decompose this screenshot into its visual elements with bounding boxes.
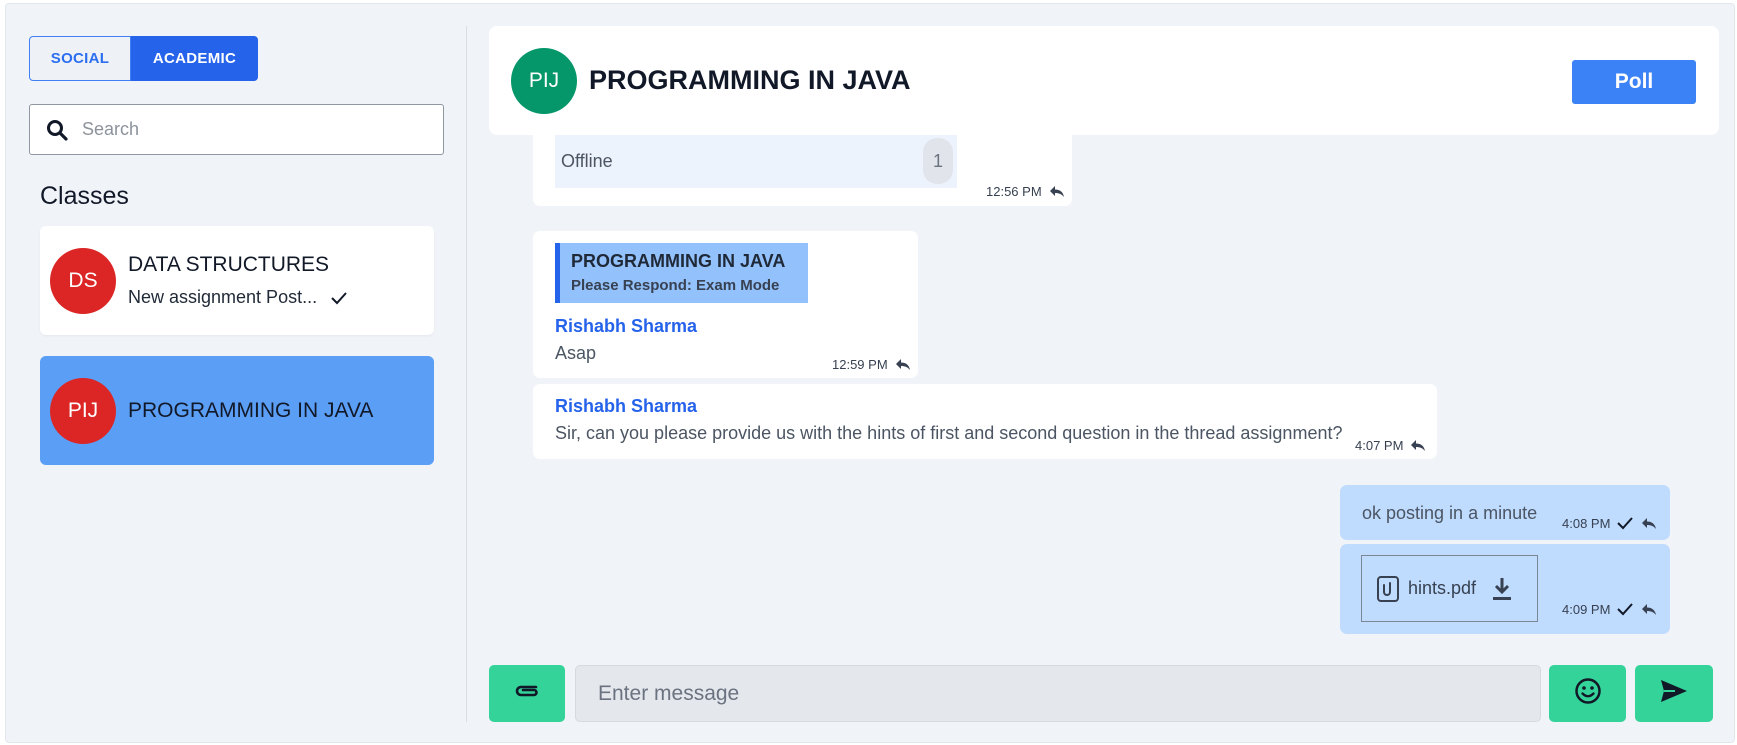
tab-academic[interactable]: ACADEMIC (131, 36, 258, 81)
reply-icon[interactable] (1409, 436, 1427, 454)
file-attachment[interactable]: hints.pdf (1361, 555, 1538, 622)
emoji-button[interactable] (1549, 665, 1626, 722)
class-name: PROGRAMMING IN JAVA (128, 398, 374, 422)
check-icon (1616, 514, 1634, 532)
sender-name: Rishabh Sharma (555, 396, 698, 416)
chat-header: PIJ PROGRAMMING IN JAVA Poll (489, 26, 1719, 135)
check-icon (329, 288, 349, 308)
outgoing-file-message: hints.pdf 4:09 PM (1340, 544, 1670, 634)
avatar: PIJ (511, 47, 577, 114)
paperclip-icon (512, 681, 542, 706)
classes-heading: Classes (40, 182, 129, 210)
search-box (29, 104, 444, 155)
message-time: 4:07 PM (1355, 437, 1404, 453)
download-icon[interactable] (1490, 576, 1514, 602)
message-time: 4:08 PM (1562, 515, 1611, 531)
text-message: Rishabh Sharma Sir, can you please provi… (533, 384, 1437, 459)
poll-button[interactable]: Poll (1572, 60, 1696, 104)
message-time: 12:56 PM (986, 183, 1042, 199)
reply-icon[interactable] (1640, 514, 1658, 532)
attach-button[interactable] (489, 665, 565, 722)
search-input[interactable] (82, 119, 422, 140)
reply-icon[interactable] (1640, 600, 1658, 618)
send-icon (1659, 678, 1689, 709)
smiley-icon (1574, 677, 1602, 710)
sender-name: Rishabh Sharma (555, 316, 698, 336)
avatar: DS (50, 247, 116, 314)
message-composer (575, 665, 1541, 722)
reply-icon[interactable] (894, 355, 912, 373)
chat-title: PROGRAMMING IN JAVA (589, 65, 911, 95)
paperclip-file-icon (1376, 575, 1400, 603)
poll-option[interactable]: Offline 1 (555, 135, 957, 188)
sidebar-divider (466, 26, 467, 722)
tab-social[interactable]: SOCIAL (29, 36, 131, 81)
poll-vote-count: 1 (923, 138, 953, 184)
class-item-data-structures[interactable]: DS DATA STRUCTURES New assignment Post..… (40, 226, 434, 335)
send-button[interactable] (1635, 665, 1713, 722)
message-text: ok posting in a minute (1362, 503, 1538, 523)
reply-icon[interactable] (1048, 182, 1066, 200)
class-item-programming-in-java[interactable]: PIJ PROGRAMMING IN JAVA (40, 356, 434, 465)
search-icon (44, 117, 70, 143)
message-text: Asap (555, 343, 597, 363)
check-icon (1616, 600, 1634, 618)
poll-message: Offline 1 12:56 PM (533, 135, 1072, 206)
sidebar: SOCIAL ACADEMIC Classes DS DATA STRUCTUR… (6, 4, 468, 744)
file-name: hints.pdf (1408, 578, 1477, 598)
last-message-preview: New assignment Post... (128, 287, 318, 307)
app-window: SOCIAL ACADEMIC Classes DS DATA STRUCTUR… (5, 3, 1735, 743)
message-input[interactable] (598, 681, 1498, 706)
poll-option-label: Offline (561, 151, 613, 171)
category-tabs: SOCIAL ACADEMIC (29, 36, 258, 81)
quoted-subtitle: Please Respond: Exam Mode (571, 277, 780, 294)
class-name: DATA STRUCTURES (128, 253, 330, 276)
quoted-title: PROGRAMMING IN JAVA (571, 251, 786, 271)
avatar: PIJ (50, 377, 116, 444)
message-text: Sir, can you please provide us with the … (555, 423, 1343, 443)
outgoing-message: ok posting in a minute 4:08 PM (1340, 485, 1670, 540)
message-time: 12:59 PM (832, 356, 888, 372)
message-time: 4:09 PM (1562, 601, 1611, 617)
quoted-message[interactable]: PROGRAMMING IN JAVA Please Respond: Exam… (555, 243, 808, 303)
reply-message: PROGRAMMING IN JAVA Please Respond: Exam… (533, 231, 918, 378)
